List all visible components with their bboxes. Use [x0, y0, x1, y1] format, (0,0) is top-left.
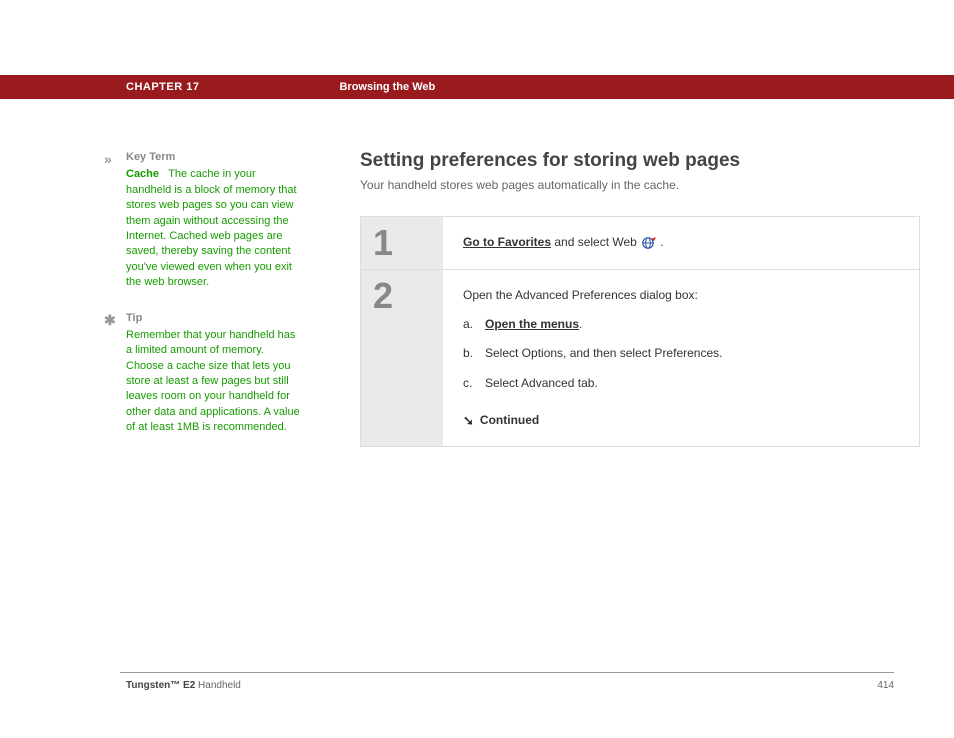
main-content: Setting preferences for storing web page… — [360, 150, 920, 456]
tip-text: Remember that your handheld has a limite… — [126, 328, 300, 436]
substep-b-text: Select Options, and then select Preferen… — [485, 344, 722, 363]
step-2: 2 Open the Advanced Preferences dialog b… — [361, 270, 919, 446]
substep-letter: b. — [463, 344, 485, 363]
footer-product-name: Tungsten™ E2 — [126, 680, 195, 691]
step-number: 1 — [361, 217, 443, 269]
step-body: Open the Advanced Preferences dialog box… — [443, 270, 919, 446]
chapter-number: CHAPTER 17 — [126, 81, 199, 93]
footer: Tungsten™ E2 Handheld 414 — [126, 680, 894, 691]
tip-block: ✱ Tip Remember that your handheld has a … — [100, 311, 300, 436]
substep-c-text: Select Advanced tab. — [485, 374, 598, 393]
sidebar: » Key Term Cache The cache in your handh… — [100, 150, 320, 456]
key-term-word: Cache — [126, 168, 159, 180]
step1-period: . — [660, 235, 663, 249]
footer-divider — [120, 672, 894, 673]
chapter-title: Browsing the Web — [339, 81, 435, 93]
steps-box: 1 Go to Favorites and select Web . 2 Ope… — [360, 216, 920, 447]
web-globe-icon — [642, 236, 658, 250]
go-to-favorites-link[interactable]: Go to Favorites — [463, 235, 551, 249]
tip-label: Tip — [126, 311, 300, 326]
key-term-block: » Key Term Cache The cache in your handh… — [100, 150, 300, 291]
substep-a-period: . — [579, 317, 582, 331]
substep-letter: c. — [463, 374, 485, 393]
key-term-definition: The cache in your handheld is a block of… — [126, 168, 297, 288]
key-term-text: Cache The cache in your handheld is a bl… — [126, 167, 300, 290]
step-1: 1 Go to Favorites and select Web . — [361, 217, 919, 270]
step1-text: and select Web — [551, 235, 640, 249]
step2-intro: Open the Advanced Preferences dialog box… — [463, 288, 698, 302]
key-term-icon: » — [104, 150, 112, 170]
footer-page-number: 414 — [877, 680, 894, 691]
key-term-label: Key Term — [126, 150, 300, 165]
page-heading: Setting preferences for storing web page… — [360, 150, 920, 172]
tip-icon: ✱ — [104, 311, 116, 331]
open-menus-link[interactable]: Open the menus — [485, 317, 579, 331]
substep-c: c. Select Advanced tab. — [463, 374, 899, 393]
page-subtext: Your handheld stores web pages automatic… — [360, 178, 920, 192]
step-body: Go to Favorites and select Web . — [443, 217, 919, 269]
chapter-header: CHAPTER 17 Browsing the Web — [0, 75, 954, 99]
step-number: 2 — [361, 270, 443, 446]
substep-b: b. Select Options, and then select Prefe… — [463, 344, 899, 363]
continued-arrow-icon: ➘ — [463, 414, 474, 427]
footer-product-rest: Handheld — [195, 680, 241, 691]
footer-product: Tungsten™ E2 Handheld — [126, 680, 241, 691]
substep-a: a. Open the menus. — [463, 315, 899, 334]
substep-letter: a. — [463, 315, 485, 334]
continued-indicator: ➘ Continued — [463, 411, 899, 430]
continued-label: Continued — [480, 411, 539, 430]
